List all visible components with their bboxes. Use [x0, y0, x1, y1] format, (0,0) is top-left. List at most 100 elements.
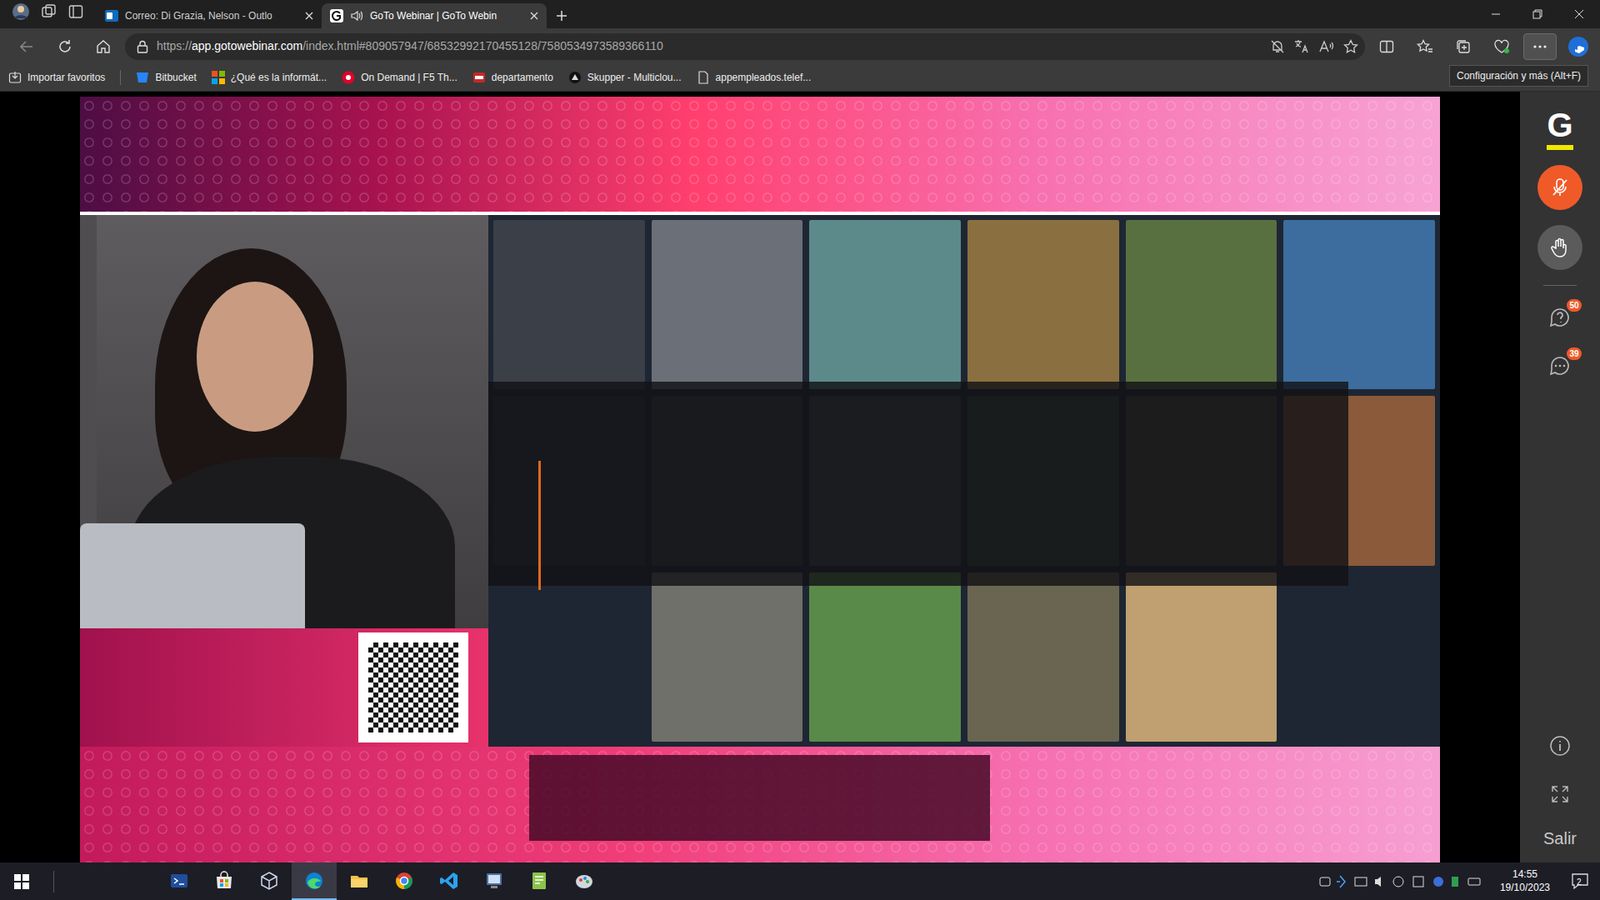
bookmark-label: On Demand | F5 Th...: [360, 70, 458, 85]
taskbar-app[interactable]: [471, 862, 517, 900]
import-icon: [8, 70, 22, 85]
chrome-icon: [394, 870, 415, 891]
browser-tab[interactable]: GoTo Webinar | GoTo Webin: [321, 3, 547, 29]
notepad-icon: [529, 870, 550, 891]
fullscreen-button[interactable]: [1543, 777, 1577, 811]
refresh-button[interactable]: [48, 33, 82, 60]
bookmark-label: appempleados.telef...: [715, 70, 812, 85]
translate-icon[interactable]: [1293, 39, 1310, 55]
remote-desktop-icon: [484, 870, 505, 891]
browser-essentials-button[interactable]: [1485, 33, 1519, 60]
questions-badge: 50: [1566, 299, 1582, 312]
clock[interactable]: 14:5519/10/2023: [1491, 868, 1559, 895]
slide: [488, 215, 1440, 747]
webinar-video: [80, 96, 1440, 863]
more-button[interactable]: [1523, 33, 1557, 60]
minimize-button[interactable]: [1475, 0, 1517, 29]
read-aloud-icon[interactable]: [1318, 39, 1335, 55]
tab-actions-icon[interactable]: [68, 4, 84, 20]
taskbar-app[interactable]: [561, 862, 607, 900]
favorites-button[interactable]: [1408, 33, 1442, 60]
taskbar-app[interactable]: [291, 862, 337, 900]
back-button[interactable]: [10, 33, 44, 60]
bookmark[interactable]: departamento: [472, 70, 554, 85]
exit-button[interactable]: Salir: [1543, 825, 1577, 851]
back-arrow-icon: [19, 39, 35, 55]
browser-tab[interactable]: Correo: Di Grazia, Nelson - Outlo: [96, 3, 322, 29]
raise-hand-button[interactable]: [1537, 225, 1583, 270]
bookmark-label: Bitbucket: [155, 70, 196, 85]
microphone-button[interactable]: [1537, 165, 1583, 210]
outlook-icon: [105, 9, 119, 23]
file-explorer-icon: [349, 870, 370, 891]
taskbar-app[interactable]: [426, 862, 472, 900]
qr-code: [358, 632, 469, 743]
taskbar-app[interactable]: [381, 862, 427, 900]
copilot-button[interactable]: [1561, 33, 1595, 60]
webinar-control-panel: G 50 39 Salir: [1520, 91, 1600, 863]
profile-icon[interactable]: [11, 2, 30, 21]
start-button[interactable]: [3, 862, 40, 900]
url-text: https://app.gotowebinar.com/index.html#8…: [156, 37, 1262, 55]
paint-icon: [574, 870, 595, 891]
video-stage: [0, 91, 1520, 863]
goto-logo: G: [1546, 108, 1573, 150]
skupper-icon: [568, 70, 582, 85]
notifications-button[interactable]: 2: [1565, 866, 1595, 897]
presenter-video: [80, 215, 489, 629]
speaker-icon: [350, 9, 364, 23]
questions-button[interactable]: 50: [1543, 300, 1577, 335]
time: 14:55: [1500, 868, 1550, 882]
bookmark[interactable]: appempleados.telef...: [696, 70, 812, 85]
taskbar-app[interactable]: [516, 862, 562, 900]
f5-icon: [341, 70, 355, 85]
plus-icon: [555, 10, 568, 22]
url-host: app.gotowebinar.com: [191, 39, 303, 53]
url-path: /index.html#809057947/68532992170455128/…: [302, 39, 664, 53]
bookmark[interactable]: Skupper - Multiclou...: [568, 70, 682, 85]
workspaces-icon[interactable]: [41, 4, 57, 20]
bing-logo-icon: [1567, 35, 1590, 58]
taskbar-app[interactable]: [246, 862, 292, 900]
bookmark-label: Skupper - Multiclou...: [587, 70, 682, 85]
address-field[interactable]: https://app.gotowebinar.com/index.html#8…: [125, 33, 1365, 60]
bookmark[interactable]: ¿Qué es la informát...: [211, 70, 327, 85]
notifications-blocked-icon[interactable]: [1270, 39, 1285, 55]
page-icon: [696, 70, 710, 85]
new-tab-button[interactable]: [546, 3, 577, 29]
terminal-icon: [169, 870, 190, 891]
bookmark[interactable]: Importar favoritos: [8, 70, 105, 85]
edge-icon: [304, 870, 325, 891]
taskbar-app[interactable]: [201, 862, 247, 900]
close-window-button[interactable]: [1558, 0, 1600, 29]
bookmark[interactable]: Bitbucket: [135, 70, 196, 85]
bookmark-label: ¿Qué es la informát...: [230, 70, 327, 85]
system-tray: 14:5519/10/2023 2: [1318, 866, 1600, 897]
split-screen-button[interactable]: [1370, 33, 1404, 60]
collections-icon: [1455, 39, 1471, 55]
home-button[interactable]: [86, 33, 120, 60]
microphone-icon: [1549, 176, 1571, 199]
tray-icons: [1318, 874, 1485, 890]
restore-button[interactable]: [1516, 0, 1559, 29]
info-icon: [1549, 735, 1571, 757]
minimize-icon: [1490, 9, 1501, 20]
info-button[interactable]: [1543, 729, 1577, 763]
3d-viewer-icon: [259, 870, 280, 891]
chat-badge: 39: [1566, 347, 1582, 360]
bookmark-label: departamento: [491, 70, 554, 85]
notification-count: 2: [1576, 875, 1582, 889]
taskbar-app[interactable]: [156, 862, 202, 900]
taskbar-app[interactable]: [336, 862, 382, 900]
favorites-icon: [1416, 39, 1434, 55]
vscode-icon: [439, 870, 460, 891]
collections-button[interactable]: [1446, 33, 1480, 60]
pdf-icon: [472, 70, 486, 85]
chat-button[interactable]: 39: [1543, 349, 1577, 383]
favorite-star-icon[interactable]: [1343, 39, 1359, 55]
favorites-bar: Importar favoritos Bitbucket ¿Qué es la in…: [0, 64, 1600, 92]
goto-icon: [330, 9, 344, 23]
bitbucket-icon: [135, 70, 150, 85]
lock-icon: [136, 40, 149, 54]
bookmark[interactable]: On Demand | F5 Th...: [341, 70, 458, 85]
